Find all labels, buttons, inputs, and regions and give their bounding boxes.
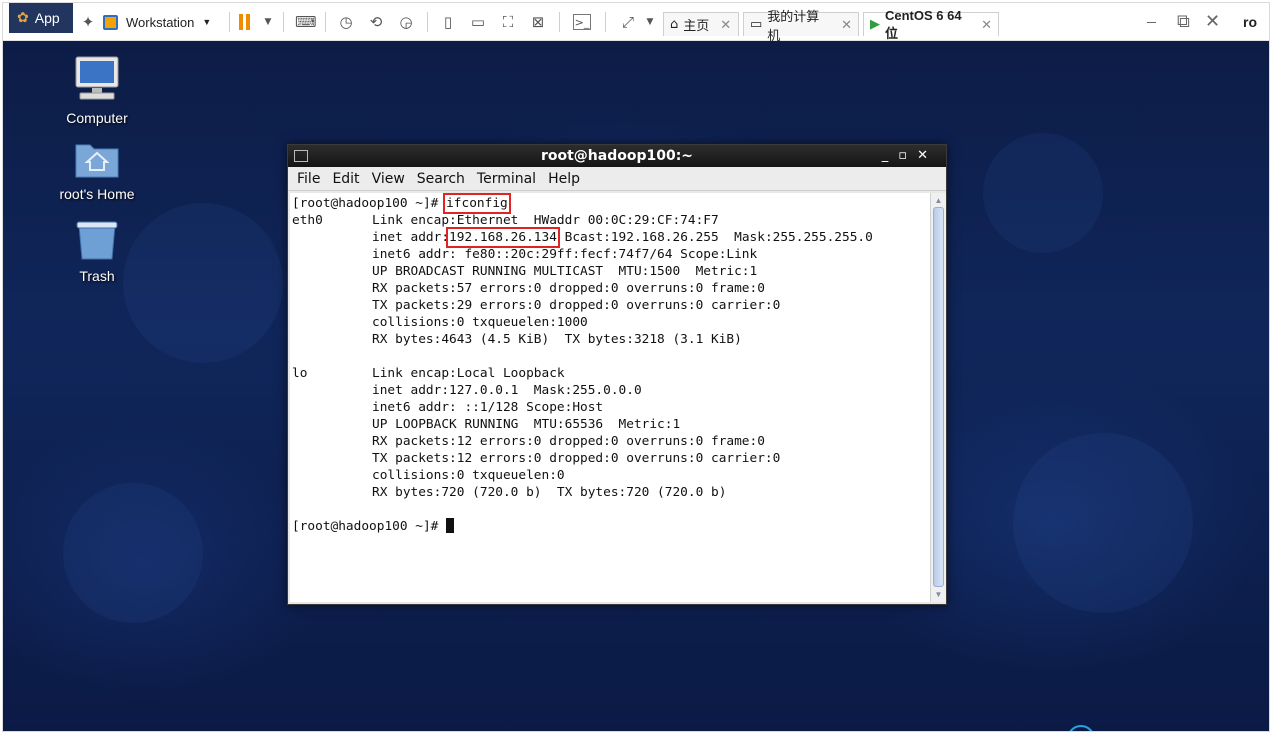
menu-terminal[interactable]: Terminal — [477, 171, 536, 187]
close-icon[interactable]: ✕ — [917, 148, 938, 163]
output-line: inet6 addr: ::1/128 Scope:Host — [372, 400, 604, 415]
minimize-icon[interactable]: ⎯ — [1147, 11, 1156, 32]
maximize-icon[interactable]: ▫ — [898, 148, 917, 163]
desktop-icon-trash[interactable]: Trash — [47, 219, 147, 284]
scroll-up-icon[interactable]: ▲ — [933, 195, 944, 206]
terminal-output[interactable]: [root@hadoop100 ~]# ifconfig eth0 Link enc… — [290, 193, 930, 602]
tab-home[interactable]: ⌂ 主页 ✕ — [663, 12, 739, 36]
prompt: [root@hadoop100 ~]# — [292, 196, 447, 211]
sidebar-toggle-icon[interactable]: ▯ — [439, 14, 457, 30]
vm-running-icon: ▶ — [870, 17, 880, 32]
menu-file[interactable]: File — [297, 171, 320, 187]
chevron-down-icon[interactable]: ▼ — [259, 14, 277, 30]
home-icon: ⌂ — [670, 17, 679, 32]
workstation-menu[interactable]: Workstation ▼ — [103, 3, 211, 41]
tab-centos-label: CentOS 6 64 位 — [885, 7, 962, 41]
output-line: inet6 addr: fe80::20c:29ff:fecf:74f7/64 … — [372, 247, 758, 262]
prompt: [root@hadoop100 ~]# — [292, 519, 447, 534]
tab-centos[interactable]: ▶ CentOS 6 64 位 ✕ — [863, 8, 999, 41]
output-line: RX bytes:720 (720.0 b) TX bytes:720 (720… — [372, 485, 727, 500]
computer-icon — [75, 56, 119, 100]
snapshot-manager-icon[interactable]: ◶ — [397, 14, 415, 30]
terminal-title: root@hadoop100:~ — [540, 148, 694, 164]
chevron-down-icon[interactable]: ▼ — [641, 14, 659, 30]
output-line: inet addr: — [372, 230, 450, 245]
monitor-icon: ▭ — [750, 17, 763, 32]
menu-help[interactable]: Help — [548, 171, 580, 187]
tab-home-label: 主页 — [683, 18, 710, 33]
output-line: inet addr:127.0.0.1 Mask:255.0.0.0 — [372, 383, 642, 398]
highlighted-command: ifconfig — [443, 193, 511, 214]
terminal-icon — [294, 150, 308, 162]
snapshot-icon[interactable]: ◷ — [337, 14, 355, 30]
pause-icon[interactable] — [239, 14, 251, 30]
output-line: RX bytes:4643 (4.5 KiB) TX bytes:3218 (3… — [372, 332, 742, 347]
output-line: collisions:0 txqueuelen:0 — [372, 468, 565, 483]
text-cursor — [446, 518, 455, 533]
revert-snapshot-icon[interactable]: ⟲ — [367, 14, 385, 30]
stretch-view-icon[interactable]: ⤢ — [619, 14, 637, 30]
home-folder-icon — [75, 144, 119, 178]
menu-edit[interactable]: Edit — [332, 171, 359, 187]
interface-label: lo — [292, 366, 308, 381]
output-line: Bcast:192.168.26.255 Mask:255.255.255.0 — [556, 230, 873, 245]
desktop-icon-home[interactable]: root's Home — [47, 139, 147, 202]
user-label: ro — [1243, 14, 1257, 30]
send-keys-icon[interactable]: ⌨ — [295, 14, 317, 30]
workstation-logo-icon — [103, 14, 118, 30]
console-view-icon[interactable]: >_ — [573, 14, 591, 30]
desktop-icon-label: Trash — [79, 268, 115, 284]
output-line: UP LOOPBACK RUNNING MTU:65536 Metric:1 — [372, 417, 681, 432]
close-icon[interactable]: ✕ — [720, 17, 731, 33]
terminal-titlebar[interactable]: root@hadoop100:~ _▫✕ — [288, 145, 946, 167]
desktop-icon-computer[interactable]: Computer — [47, 55, 147, 126]
trash-icon — [76, 221, 118, 260]
vmware-toolbar: ✿ App ✦ Workstation ▼ ▼ ⌨ ◷ ⟲ ◶ ▯ ▭ ⛶ ⊠ … — [3, 3, 1269, 43]
close-icon[interactable]: ✕ — [981, 17, 992, 33]
output-line: TX packets:12 errors:0 dropped:0 overrun… — [372, 451, 781, 466]
desktop-icon-label: Computer — [66, 110, 128, 126]
chevron-down-icon: ▼ — [202, 17, 212, 27]
output-line: Link encap:Ethernet HWaddr 00:0C:29:CF:7… — [372, 213, 719, 228]
tab-my-computer[interactable]: ▭ 我的计算机 ✕ — [743, 9, 859, 43]
terminal-window[interactable]: root@hadoop100:~ _▫✕ File Edit View Sear… — [287, 144, 947, 605]
menu-search[interactable]: Search — [417, 171, 465, 187]
minimize-icon[interactable]: _ — [882, 148, 899, 163]
output-line: collisions:0 txqueuelen:1000 — [372, 315, 588, 330]
close-icon[interactable]: ✕ — [841, 17, 852, 33]
unity-icon[interactable]: ⊠ — [529, 14, 547, 30]
terminal-scrollbar[interactable]: ▲ ▼ — [930, 193, 946, 602]
restore-icon[interactable]: ⧉ — [1177, 11, 1190, 32]
workstation-label: Workstation — [126, 14, 195, 30]
scroll-down-icon[interactable]: ▼ — [933, 589, 944, 600]
applications-label: App — [34, 10, 60, 26]
thumbnail-bar-icon[interactable]: ▭ — [469, 14, 487, 30]
screen-frame: ✿ App ✦ Workstation ▼ ▼ ⌨ ◷ ⟲ ◶ ▯ ▭ ⛶ ⊠ … — [2, 2, 1270, 732]
terminal-menubar: File Edit View Search Terminal Help — [288, 167, 946, 191]
menu-view[interactable]: View — [372, 171, 405, 187]
tab-my-computer-label: 我的计算机 — [767, 8, 820, 43]
output-line: TX packets:29 errors:0 dropped:0 overrun… — [372, 298, 781, 313]
desktop-icon-label: root's Home — [59, 186, 135, 202]
fullscreen-icon[interactable]: ⛶ — [499, 14, 517, 30]
scroll-thumb[interactable] — [933, 207, 944, 587]
applications-menu[interactable]: ✿ App — [9, 3, 73, 33]
output-line: RX packets:57 errors:0 dropped:0 overrun… — [372, 281, 765, 296]
output-line: Link encap:Local Loopback — [372, 366, 565, 381]
close-icon[interactable]: ✕ — [1205, 11, 1220, 32]
pin-icon[interactable]: ✦ — [79, 14, 97, 30]
output-line: RX packets:12 errors:0 dropped:0 overrun… — [372, 434, 765, 449]
highlighted-ip-address: 192.168.26.134 — [446, 227, 560, 248]
gnome-foot-icon: ✿ — [17, 10, 29, 26]
output-line: UP BROADCAST RUNNING MULTICAST MTU:1500 … — [372, 264, 758, 279]
interface-label: eth0 — [292, 213, 323, 228]
